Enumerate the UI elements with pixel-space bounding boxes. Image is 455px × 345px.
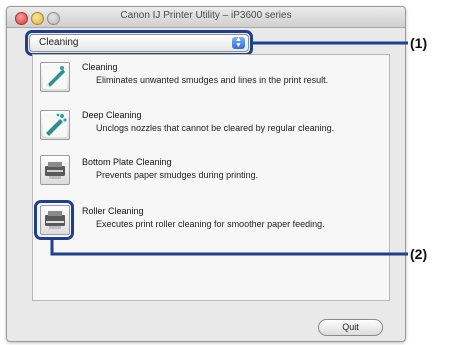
callout-2-label: (2) <box>410 246 428 262</box>
callout-2-line <box>50 240 408 256</box>
callout-lines <box>50 41 408 256</box>
callout-1-label: (1) <box>410 35 428 51</box>
